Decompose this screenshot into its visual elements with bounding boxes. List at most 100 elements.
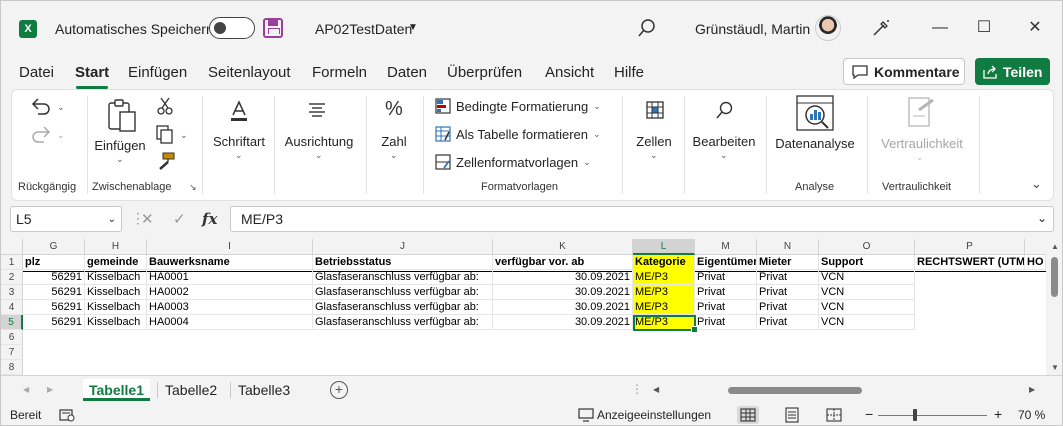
zoom-in-icon[interactable]: +: [994, 406, 1002, 422]
cell-support[interactable]: VCN: [819, 285, 915, 300]
cell-gemeinde[interactable]: Kisselbach: [85, 285, 147, 300]
sheet-tab-tabelle2[interactable]: Tabelle2: [159, 379, 223, 401]
share-button[interactable]: Teilen: [975, 58, 1050, 85]
tab-hilfe[interactable]: Hilfe: [614, 64, 644, 81]
row-header[interactable]: 4: [1, 300, 23, 315]
editing-label[interactable]: Bearbeiten: [690, 134, 758, 149]
sheet-next-icon[interactable]: ▶: [47, 385, 53, 394]
cell-bauwerksname[interactable]: HA0001: [147, 270, 313, 285]
column-header[interactable]: M: [695, 239, 757, 255]
cell-bauwerksname[interactable]: HA0003: [147, 300, 313, 315]
paste-icon[interactable]: [106, 98, 138, 134]
enter-icon[interactable]: ✓: [173, 210, 186, 228]
ribbon-collapse-icon[interactable]: ⌄: [1031, 176, 1042, 192]
paste-label[interactable]: Einfügen: [92, 138, 148, 153]
sheet-tab-tabelle3[interactable]: Tabelle3: [232, 379, 296, 401]
copy-icon[interactable]: [155, 124, 175, 144]
header-cell-kategorie[interactable]: Kategorie: [633, 255, 695, 270]
tab-ansicht[interactable]: Ansicht: [545, 64, 594, 81]
cell-gemeinde[interactable]: Kisselbach: [85, 300, 147, 315]
header-cell-betriebsstatus[interactable]: Betriebsstatus: [313, 255, 493, 270]
cell-gemeinde[interactable]: Kisselbach: [85, 270, 147, 285]
scroll-right-icon[interactable]: ▶: [1029, 385, 1035, 394]
maximize-icon[interactable]: ☐: [974, 18, 994, 38]
cell-kategorie[interactable]: ME/P3: [633, 285, 695, 300]
tab-formeln[interactable]: Formeln: [312, 64, 367, 81]
percent-icon[interactable]: %: [385, 98, 403, 121]
font-dropdown-icon[interactable]: ⌄: [235, 150, 243, 161]
row-header[interactable]: 2: [1, 270, 23, 285]
row-header[interactable]: 6: [1, 330, 23, 345]
zoom-out-icon[interactable]: −: [865, 406, 873, 422]
chevron-down-icon[interactable]: ⌄: [108, 214, 116, 225]
header-cell-rechtswert[interactable]: RECHTSWERT (UTM): [915, 255, 1025, 270]
redo-dropdown-icon[interactable]: ⌄: [57, 130, 65, 141]
user-name[interactable]: Grünstäudl, Martin: [695, 21, 810, 37]
autosave-toggle[interactable]: [209, 17, 255, 39]
header-cell-plz[interactable]: plz: [23, 255, 85, 270]
cell-bauwerksname[interactable]: HA0004: [147, 315, 313, 330]
cell-mieter[interactable]: Privat: [757, 300, 819, 315]
page-layout-view-button[interactable]: [781, 406, 803, 424]
cell-mieter[interactable]: Privat: [757, 270, 819, 285]
header-cell-bauwerksname[interactable]: Bauwerksname: [147, 255, 313, 270]
close-icon[interactable]: ✕: [1025, 18, 1045, 38]
copy-dropdown-icon[interactable]: ⌄: [180, 130, 188, 141]
data-analysis-icon[interactable]: [796, 95, 834, 131]
cell-plz[interactable]: 56291: [23, 270, 85, 285]
horizontal-scroll-thumb[interactable]: [728, 387, 862, 394]
alignment-dropdown-icon[interactable]: ⌄: [315, 150, 323, 161]
cell-eigentuemer[interactable]: Privat: [695, 315, 757, 330]
alignment-icon[interactable]: [308, 102, 326, 118]
zoom-slider[interactable]: [878, 415, 987, 416]
zoom-slider-thumb[interactable]: [913, 409, 917, 421]
scroll-down-icon[interactable]: ▼: [1051, 363, 1059, 372]
cell-eigentuemer[interactable]: Privat: [695, 270, 757, 285]
number-dropdown-icon[interactable]: ⌄: [390, 150, 398, 161]
document-title[interactable]: AP02TestDaten: [315, 21, 412, 37]
save-icon[interactable]: [263, 18, 283, 38]
cell-kategorie[interactable]: ME/P3: [633, 300, 695, 315]
header-cell-verfuegbar[interactable]: verfügbar vor. ab: [493, 255, 633, 270]
cell-plz[interactable]: 56291: [23, 285, 85, 300]
add-sheet-icon[interactable]: +: [330, 381, 348, 399]
sheet-prev-icon[interactable]: ◀: [23, 385, 29, 394]
cell-mieter[interactable]: Privat: [757, 315, 819, 330]
column-header[interactable]: J: [313, 239, 493, 255]
cell-betriebsstatus[interactable]: Glasfaseranschluss verfügbar ab:: [313, 270, 493, 285]
redo-icon[interactable]: [30, 124, 52, 144]
cell-gemeinde[interactable]: Kisselbach: [85, 315, 147, 330]
cell-verfuegbar[interactable]: 30.09.2021: [493, 285, 633, 300]
insert-function-icon[interactable]: fx: [202, 210, 217, 228]
row-header[interactable]: 1: [1, 255, 23, 270]
search-icon[interactable]: [714, 100, 734, 120]
search-icon[interactable]: [637, 18, 657, 38]
column-header[interactable]: K: [493, 239, 633, 255]
column-header[interactable]: I: [147, 239, 313, 255]
font-label[interactable]: Schriftart: [210, 134, 268, 149]
cell-support[interactable]: VCN: [819, 300, 915, 315]
scroll-up-icon[interactable]: ▲: [1051, 242, 1059, 251]
header-cell-mieter[interactable]: Mieter: [757, 255, 819, 270]
paste-dropdown-icon[interactable]: ⌄: [116, 154, 124, 165]
header-cell-gemeinde[interactable]: gemeinde: [85, 255, 147, 270]
dialog-launcher-icon[interactable]: ↘: [189, 182, 197, 193]
cell-support[interactable]: VCN: [819, 270, 915, 285]
font-icon[interactable]: [230, 100, 248, 122]
row-header[interactable]: 7: [1, 345, 23, 360]
display-settings-label[interactable]: Anzeigeeinstellungen: [597, 408, 711, 422]
tab-datei[interactable]: Datei: [19, 64, 54, 81]
select-all-corner[interactable]: [1, 239, 23, 255]
alignment-label[interactable]: Ausrichtung: [280, 134, 358, 149]
formula-input[interactable]: ME/P3 ⌄: [230, 206, 1054, 232]
tab-einfuegen[interactable]: Einfügen: [128, 64, 187, 81]
header-cell-eigentuemer[interactable]: Eigentümer: [695, 255, 757, 270]
cell-verfuegbar[interactable]: 30.09.2021: [493, 315, 633, 330]
cells-dropdown-icon[interactable]: ⌄: [650, 150, 658, 161]
data-analysis-label[interactable]: Datenanalyse: [772, 136, 858, 151]
cell-plz[interactable]: 56291: [23, 300, 85, 315]
header-cell-ho[interactable]: HO: [1025, 255, 1046, 270]
cell-betriebsstatus[interactable]: Glasfaseranschluss verfügbar ab:: [313, 315, 493, 330]
tab-start[interactable]: Start: [75, 64, 109, 81]
column-header[interactable]: O: [819, 239, 915, 255]
